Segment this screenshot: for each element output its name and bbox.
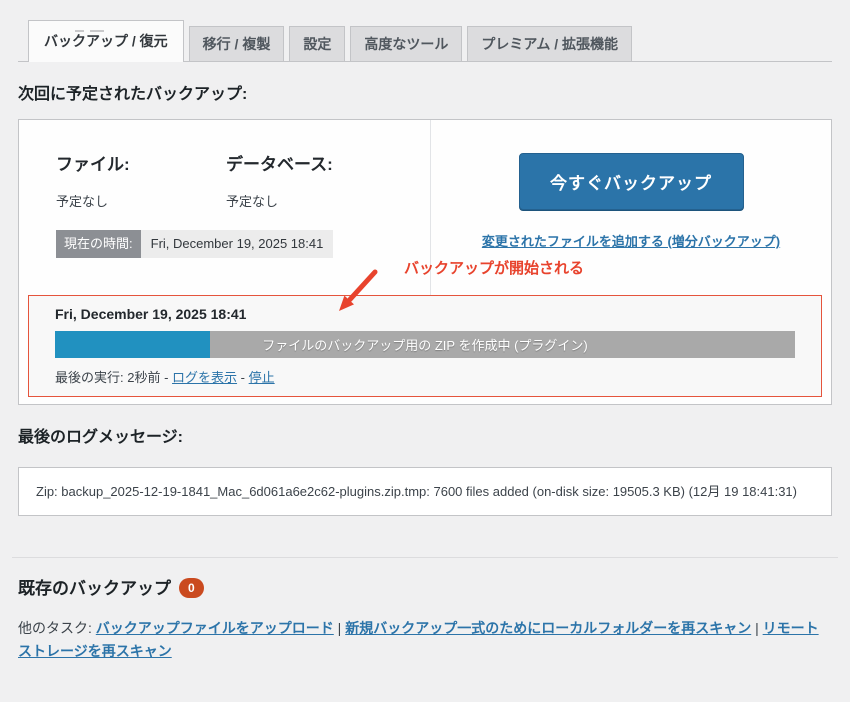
tab-migrate-clone[interactable]: 移行 / 複製 bbox=[189, 26, 285, 61]
job-date: Fri, December 19, 2025 18:41 bbox=[55, 306, 795, 322]
progress-stage-label: ファイルのバックアップ用の ZIP を作成中 (プラグイン) bbox=[55, 331, 795, 358]
view-log-link[interactable]: ログを表示 bbox=[172, 370, 237, 385]
annotation-text: バックアップが開始される bbox=[404, 257, 584, 278]
next-scheduled-heading: 次回に予定されたバックアップ: bbox=[18, 80, 832, 104]
database-schedule: データベース: 予定なし bbox=[226, 150, 396, 210]
last-log-message-box: Zip: backup_2025-12-19-1841_Mac_6d061a6e… bbox=[18, 467, 832, 516]
meta-separator: - bbox=[241, 370, 245, 385]
backup-now-button[interactable]: 今すぐバックアップ bbox=[519, 153, 744, 210]
existing-backups-count-badge: 0 bbox=[179, 578, 204, 598]
section-divider bbox=[12, 557, 838, 558]
current-time-value: Fri, December 19, 2025 18:41 bbox=[141, 230, 334, 258]
rescan-local-folder-link[interactable]: 新規バックアップ一式のためにローカルフォルダーを再スキャン bbox=[345, 620, 751, 636]
files-schedule: ファイル: 予定なし bbox=[56, 150, 226, 210]
database-value: 予定なし bbox=[226, 191, 396, 210]
current-time-label: 現在の時間: bbox=[56, 230, 141, 258]
job-meta-row: 最後の実行: 2秒前 - ログを表示 - 停止 bbox=[55, 367, 795, 386]
last-log-heading: 最後のログメッセージ: bbox=[18, 423, 832, 447]
other-tasks-row: 他のタスク: バックアップファイルをアップロード | 新規バックアップ一式のため… bbox=[18, 617, 832, 663]
upload-backup-files-link[interactable]: バックアップファイルをアップロード bbox=[96, 620, 334, 636]
tab-settings[interactable]: 設定 bbox=[289, 26, 345, 61]
active-backup-job-box: Fri, December 19, 2025 18:41 ファイルのバックアップ… bbox=[28, 295, 822, 397]
existing-backups-title: 既存のバックアップ bbox=[18, 579, 171, 598]
clipped-page-title-artifact bbox=[75, 20, 110, 23]
files-value: 予定なし bbox=[56, 191, 226, 210]
other-tasks-label: 他のタスク: bbox=[18, 620, 92, 636]
tab-premium-extensions[interactable]: プレミアム / 拡張機能 bbox=[467, 26, 632, 61]
incremental-backup-link[interactable]: 変更されたファイルを追加する (増分バックアップ) bbox=[482, 231, 780, 250]
backup-status-panel: ファイル: 予定なし データベース: 予定なし 現在の時間: Fri, Dece… bbox=[18, 119, 832, 405]
progress-bar: ファイルのバックアップ用の ZIP を作成中 (プラグイン) bbox=[55, 331, 795, 358]
current-time-badge: 現在の時間: Fri, December 19, 2025 18:41 bbox=[56, 230, 333, 258]
last-log-message: Zip: backup_2025-12-19-1841_Mac_6d061a6e… bbox=[36, 484, 797, 499]
files-label: ファイル: bbox=[56, 150, 226, 175]
database-label: データベース: bbox=[226, 150, 396, 175]
existing-backups-heading: 既存のバックアップ 0 bbox=[18, 574, 832, 599]
tab-backup-restore[interactable]: バックアップ / 復元 bbox=[28, 20, 184, 62]
stop-backup-link[interactable]: 停止 bbox=[249, 370, 275, 385]
annotation-arrow-icon bbox=[331, 266, 381, 318]
tab-bar: バックアップ / 復元 移行 / 複製 設定 高度なツール プレミアム / 拡張… bbox=[18, 20, 832, 62]
last-run-text: 最後の実行: 2秒前 - bbox=[55, 370, 168, 385]
tab-advanced-tools[interactable]: 高度なツール bbox=[350, 26, 462, 61]
